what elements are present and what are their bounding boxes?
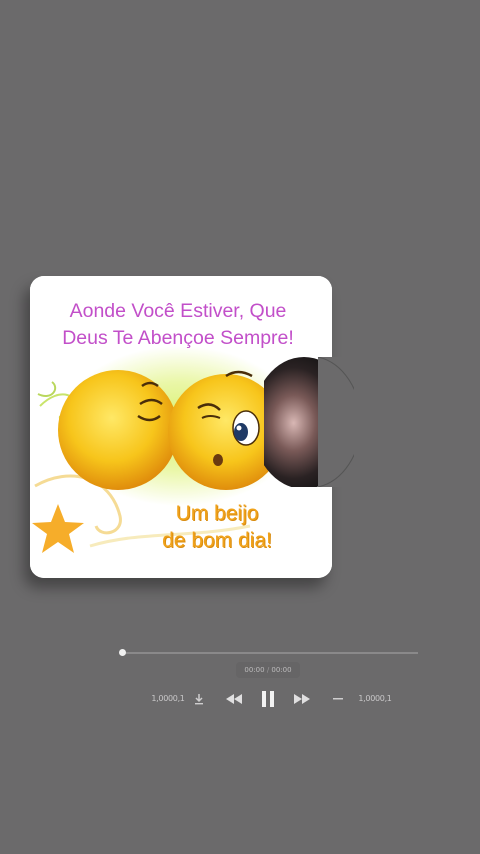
time-separator: / bbox=[266, 666, 270, 674]
headline-text: Aonde Você Estiver, Que Deus Te Abençoe … bbox=[30, 298, 326, 352]
headline-line-2: Deus Te Abençoe Sempre! bbox=[62, 327, 294, 349]
time-display: 00:00 / 00:00 bbox=[236, 662, 300, 678]
download-icon[interactable] bbox=[192, 686, 206, 712]
seek-handle[interactable] bbox=[119, 649, 126, 656]
star-icon bbox=[32, 504, 84, 553]
left-face bbox=[58, 370, 178, 490]
vinyl-record-icon bbox=[264, 357, 354, 487]
total-time: 00:00 bbox=[271, 666, 292, 674]
more-icon[interactable] bbox=[330, 686, 346, 712]
current-time: 00:00 bbox=[244, 666, 265, 674]
greeting-line-2: de bom dia! bbox=[162, 529, 272, 552]
greeting-text: Um beijo de bom dia! bbox=[142, 500, 292, 554]
playback-controls: 1,0000,1 1,0000,1 bbox=[0, 686, 480, 712]
seek-bar[interactable] bbox=[119, 649, 418, 656]
pause-icon[interactable] bbox=[256, 686, 280, 712]
left-label: 1,0000,1 bbox=[151, 694, 185, 703]
right-label: 1,0000,1 bbox=[358, 694, 392, 703]
fast-forward-icon[interactable] bbox=[290, 686, 314, 712]
headline-line-1: Aonde Você Estiver, Que bbox=[69, 300, 287, 322]
rewind-icon[interactable] bbox=[222, 686, 246, 712]
greeting-line-1: Um beijo bbox=[175, 502, 259, 525]
